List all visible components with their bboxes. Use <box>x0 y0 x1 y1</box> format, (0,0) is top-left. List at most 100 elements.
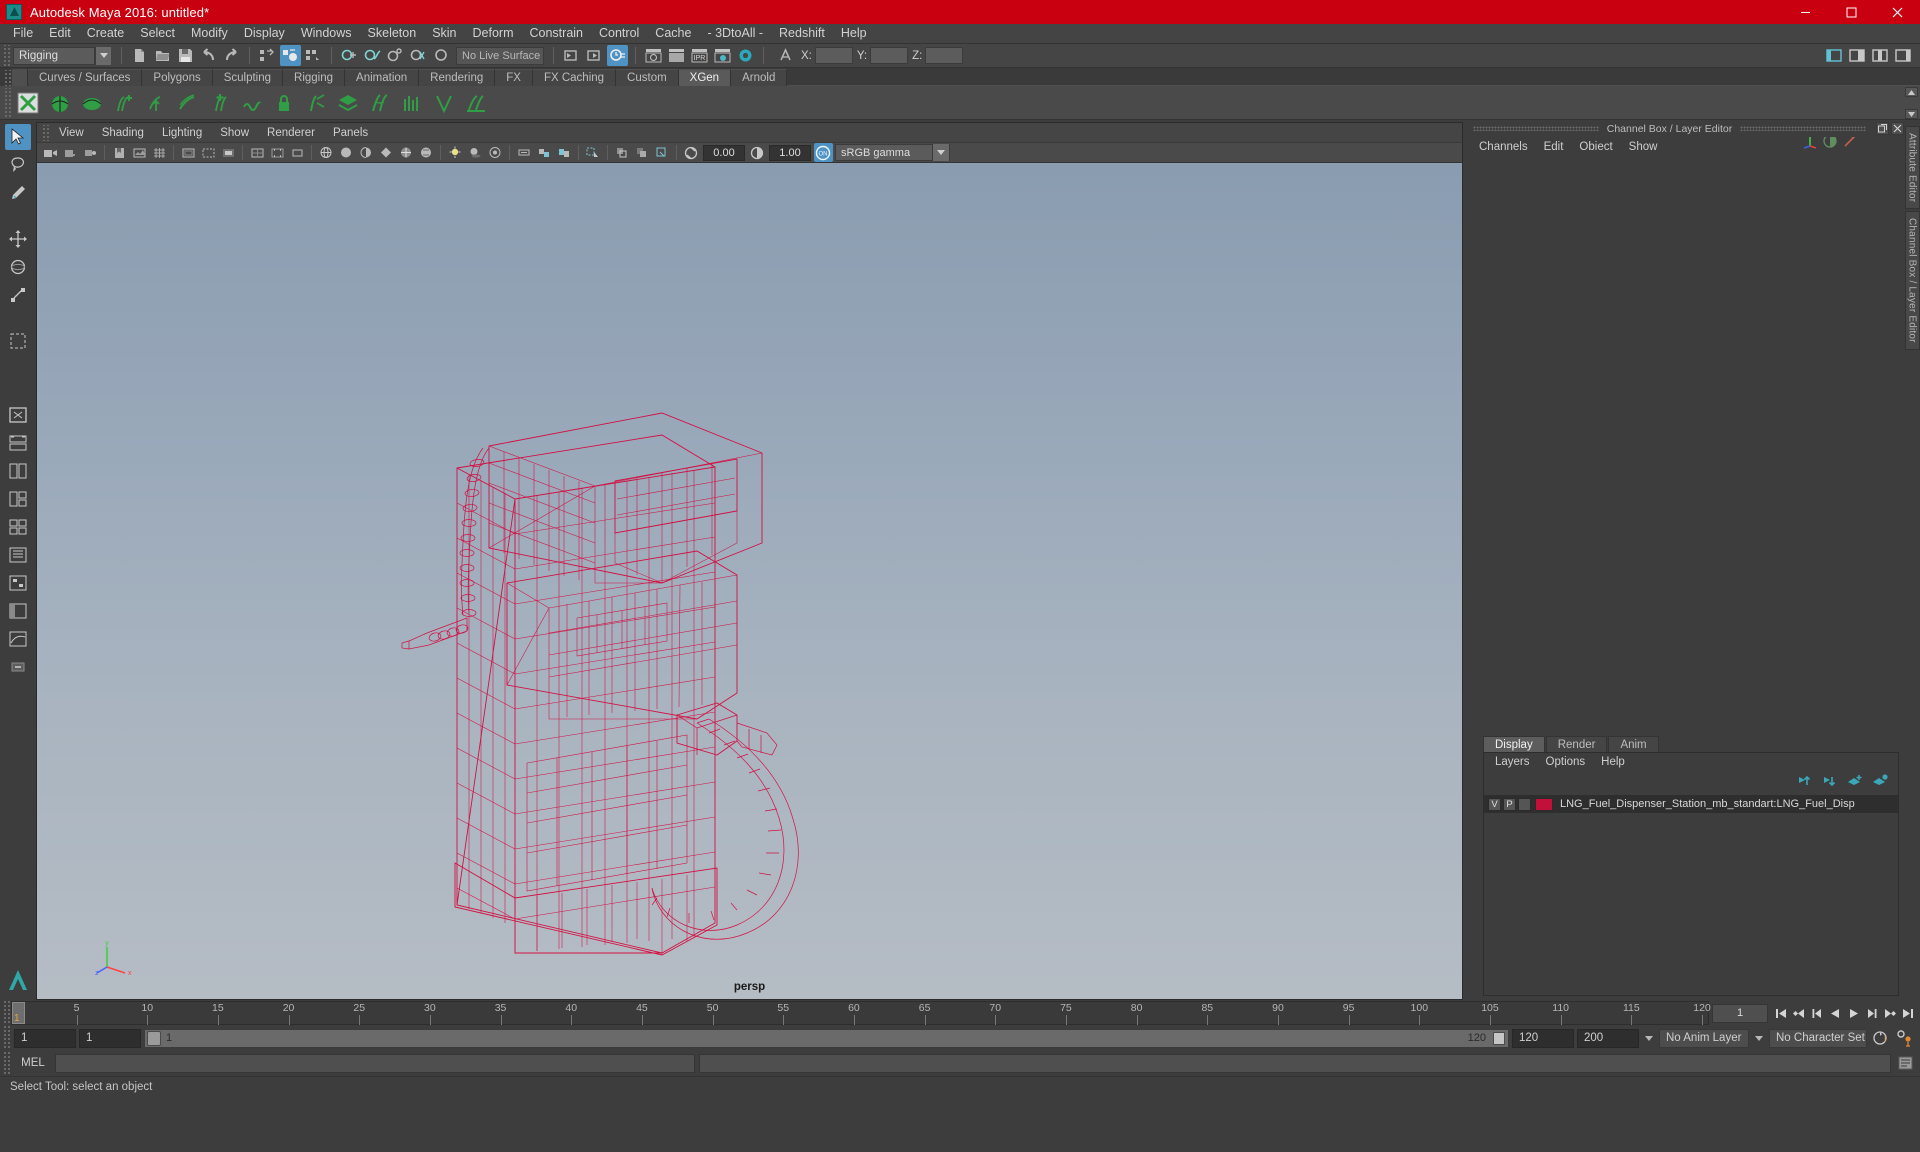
step-back-frame-icon[interactable] <box>1808 1003 1826 1023</box>
menu-skeleton[interactable]: Skeleton <box>360 24 425 43</box>
menu-modify[interactable]: Modify <box>183 24 236 43</box>
layer-list[interactable]: V P LNG_Fuel_Dispenser_Station_mb_standa… <box>1484 793 1898 995</box>
layer-menu-layers[interactable]: Layers <box>1487 755 1538 769</box>
hypershade-icon[interactable] <box>735 45 756 66</box>
exposure-value[interactable]: 0.00 <box>703 144 745 161</box>
script-editor-icon[interactable] <box>1895 1053 1916 1074</box>
shelf-tab-fx[interactable]: FX <box>495 69 533 86</box>
timeline-track[interactable]: 1 5 10 15 20 25 30 35 40 45 50 55 60 65 70 75 80 85 90 95 1… <box>11 1001 1711 1025</box>
smooth-shade-all-icon[interactable] <box>337 143 356 162</box>
depth-of-field-icon[interactable] <box>555 143 574 162</box>
close-icon[interactable] <box>1874 0 1920 24</box>
xray-active-components-icon[interactable] <box>653 143 672 162</box>
maximize-icon[interactable] <box>1828 0 1874 24</box>
command-input[interactable] <box>55 1053 695 1073</box>
xgen-comb-icon[interactable] <box>173 88 203 118</box>
shelf-tab-fx-caching[interactable]: FX Caching <box>532 69 617 86</box>
shelf-tab-rendering[interactable]: Rendering <box>419 69 496 86</box>
sidebar-tool-icon[interactable] <box>1869 45 1890 66</box>
xgen-preview-icon[interactable] <box>461 88 491 118</box>
menu-select[interactable]: Select <box>132 24 183 43</box>
anim-end-field[interactable]: 200 <box>1577 1028 1639 1048</box>
new-scene-icon[interactable] <box>129 45 150 66</box>
chevron-down-icon[interactable] <box>932 144 949 161</box>
anim-start-field[interactable]: 1 <box>14 1028 76 1048</box>
new-layer-from-selected-icon[interactable] <box>1872 774 1888 790</box>
play-backwards-icon[interactable] <box>1826 1003 1844 1023</box>
menuset-dropdown[interactable]: Rigging <box>13 46 111 65</box>
paint-select-tool[interactable] <box>5 180 31 206</box>
coord-z-input[interactable] <box>925 47 964 64</box>
sidebar-attribute-icon[interactable] <box>1846 45 1867 66</box>
menu-deform[interactable]: Deform <box>465 24 522 43</box>
color-management-toggle-icon[interactable]: ON <box>813 143 833 162</box>
xgen-region-icon[interactable] <box>429 88 459 118</box>
field-chart-icon[interactable] <box>248 143 267 162</box>
shelf-scroll-down-icon[interactable] <box>1905 109 1918 119</box>
isolate-select-icon[interactable] <box>584 143 603 162</box>
select-hierarchy-icon[interactable] <box>257 45 278 66</box>
gamma-value[interactable]: 1.00 <box>769 144 811 161</box>
smooth-shade-selected-icon[interactable] <box>357 143 376 162</box>
shelf-tab-custom[interactable]: Custom <box>616 69 679 86</box>
xgen-lock-icon[interactable] <box>269 88 299 118</box>
viewport-menu-panels[interactable]: Panels <box>324 126 377 140</box>
xgen-editor-icon[interactable] <box>13 88 43 118</box>
shelf-scroll-buttons[interactable] <box>1905 87 1918 119</box>
xgen-sphere-icon[interactable] <box>45 88 75 118</box>
render-current-frame-icon[interactable] <box>643 45 664 66</box>
commandline-grip[interactable] <box>2 1052 11 1074</box>
step-forward-key-icon[interactable] <box>1880 1003 1898 1023</box>
xgen-noise-icon[interactable] <box>237 88 267 118</box>
xgen-sculpt-guide-icon[interactable] <box>141 88 171 118</box>
menu-skin[interactable]: Skin <box>424 24 464 43</box>
screen-space-ao-icon[interactable] <box>486 143 505 162</box>
menu-3dtoall[interactable]: - 3DtoAll - <box>699 24 771 43</box>
shelf-tab-xgen[interactable]: XGen <box>678 69 732 86</box>
layer-shading-toggle[interactable] <box>1518 797 1531 811</box>
animation-preferences-icon[interactable] <box>1894 1028 1915 1049</box>
xgen-layer-icon[interactable] <box>333 88 363 118</box>
snap-projected-icon[interactable] <box>408 45 429 66</box>
xgen-patch-icon[interactable] <box>77 88 107 118</box>
minimize-icon[interactable] <box>1782 0 1828 24</box>
go-to-end-icon[interactable] <box>1898 1003 1916 1023</box>
rangeslider-grip[interactable] <box>2 1026 11 1050</box>
shadows-icon[interactable] <box>466 143 485 162</box>
film-gate-icon[interactable] <box>179 143 198 162</box>
textured-icon[interactable] <box>417 143 436 162</box>
render-settings-icon[interactable] <box>712 45 733 66</box>
shelf-tab-animation[interactable]: Animation <box>345 69 420 86</box>
snap-grid-icon[interactable] <box>339 45 360 66</box>
new-layer-icon[interactable] <box>1847 774 1863 790</box>
snap-point-icon[interactable] <box>385 45 406 66</box>
layer-color-swatch[interactable] <box>1535 797 1553 811</box>
wireframe-shading-icon[interactable] <box>317 143 336 162</box>
grid-toggle-icon[interactable] <box>150 143 169 162</box>
live-surface-field[interactable]: No Live Surface <box>456 46 544 65</box>
command-language-label[interactable]: MEL <box>15 1057 51 1069</box>
viewport-menu-lighting[interactable]: Lighting <box>153 126 211 140</box>
construction-history-icon[interactable] <box>607 45 628 66</box>
layout-single-icon[interactable] <box>5 402 31 428</box>
shelf-tab-arnold[interactable]: Arnold <box>731 69 788 86</box>
select-component-icon[interactable] <box>303 45 324 66</box>
redo-icon[interactable] <box>221 45 242 66</box>
layer-playback-toggle[interactable]: P <box>1503 797 1516 811</box>
range-start-field[interactable]: 1 <box>79 1028 141 1048</box>
layer-row[interactable]: V P LNG_Fuel_Dispenser_Station_mb_standa… <box>1484 795 1898 813</box>
color-management-dropdown[interactable]: sRGB gamma <box>835 144 950 161</box>
undock-icon[interactable] <box>1876 122 1889 135</box>
viewport-menu-show[interactable]: Show <box>211 126 258 140</box>
viewport-grip[interactable] <box>41 124 50 141</box>
select-object-icon[interactable] <box>280 45 301 66</box>
gate-mask-icon[interactable] <box>219 143 238 162</box>
rotate-tool[interactable] <box>5 254 31 280</box>
bookmark-icon[interactable] <box>110 143 129 162</box>
menu-create[interactable]: Create <box>79 24 133 43</box>
channelbox-body[interactable] <box>1465 150 1904 735</box>
anim-layer-chevron-down-icon[interactable] <box>1642 1029 1656 1048</box>
xray-icon[interactable] <box>613 143 632 162</box>
layout-hypergraph-icon[interactable] <box>5 570 31 596</box>
side-tab-attribute-editor[interactable]: Attribute Editor <box>1904 126 1920 210</box>
